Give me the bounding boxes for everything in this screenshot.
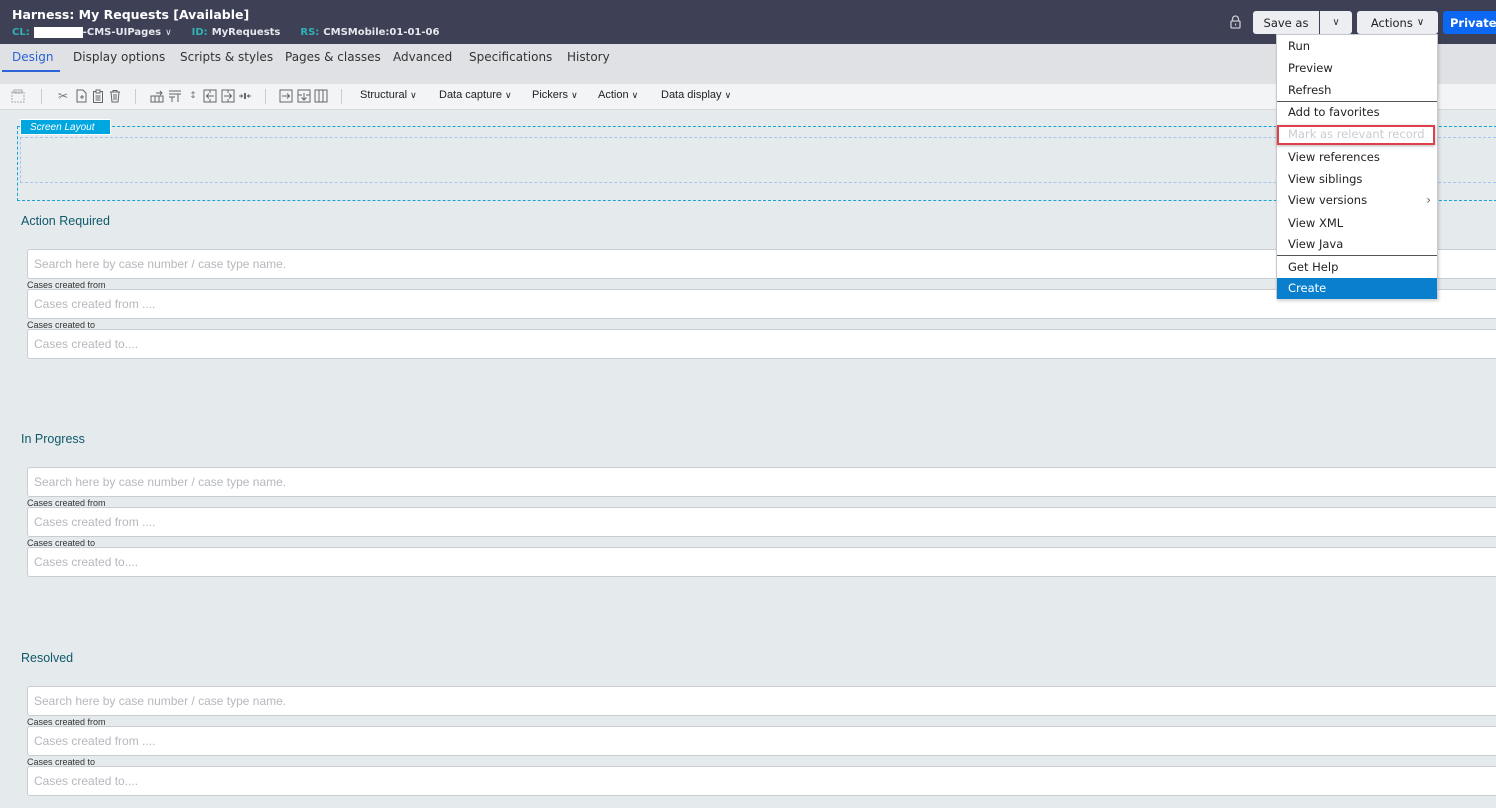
search-input[interactable] xyxy=(27,686,1496,716)
tab-pages-classes[interactable]: Pages & classes xyxy=(285,50,381,64)
menu-item-add-to-favorites[interactable]: Add to favorites xyxy=(1277,102,1437,123)
tab-bar: Design Display options Scripts & styles … xyxy=(0,44,1496,84)
menu-item-view-siblings[interactable]: View siblings xyxy=(1277,169,1437,190)
move-vertical-icon[interactable]: ↕ xyxy=(186,89,200,103)
app-header: Harness: My Requests [Available] CL: -CM… xyxy=(0,0,1496,44)
chevron-down-icon: ∨ xyxy=(571,90,578,100)
section-title-in-progress: In Progress xyxy=(21,432,85,446)
page-title: Harness: My Requests [Available] xyxy=(12,7,250,22)
cases-to-input[interactable] xyxy=(27,329,1496,359)
move-left-icon[interactable] xyxy=(203,89,217,103)
cases-from-input[interactable] xyxy=(27,726,1496,756)
screen-layout-region[interactable] xyxy=(17,126,1496,201)
rs-label: RS: xyxy=(300,27,320,38)
chevron-right-icon: › xyxy=(1426,193,1431,207)
structural-dropdown[interactable]: Structural ∨ xyxy=(360,89,417,101)
menu-item-run[interactable]: Run xyxy=(1277,36,1437,57)
copy-icon[interactable] xyxy=(74,89,88,103)
save-as-button[interactable]: Save as xyxy=(1253,11,1319,34)
menu-item-view-xml[interactable]: View XML xyxy=(1277,213,1437,234)
menu-item-preview[interactable]: Preview xyxy=(1277,58,1437,79)
columns-icon[interactable] xyxy=(314,89,328,103)
search-input[interactable] xyxy=(27,467,1496,497)
cl-value[interactable]: -CMS-UIPages xyxy=(83,27,161,38)
add-right-icon[interactable] xyxy=(279,89,293,103)
cases-to-input[interactable] xyxy=(27,766,1496,796)
cases-from-input[interactable] xyxy=(27,507,1496,537)
tab-advanced[interactable]: Advanced xyxy=(393,50,452,64)
merge-icon[interactable] xyxy=(238,89,252,103)
id-value: MyRequests xyxy=(211,27,281,38)
menu-item-view-java[interactable]: View Java xyxy=(1277,234,1437,255)
cut-icon[interactable]: ✂ xyxy=(56,89,70,103)
insert-row-icon[interactable] xyxy=(150,89,164,103)
actions-button[interactable]: Actions ∨ xyxy=(1357,11,1438,34)
menu-item-create[interactable]: Create xyxy=(1277,278,1437,299)
save-as-dropdown-button[interactable]: ∨ xyxy=(1320,11,1352,34)
active-tab-indicator xyxy=(2,70,60,72)
screen-layout-inner-region[interactable] xyxy=(20,137,1496,183)
tab-specifications[interactable]: Specifications xyxy=(469,50,552,64)
action-dropdown[interactable]: Action ∨ xyxy=(598,89,638,101)
lock-icon[interactable] xyxy=(1230,15,1241,29)
pickers-dropdown[interactable]: Pickers ∨ xyxy=(532,89,578,101)
design-toolbar: ✂ ↕ Structural ∨ Data capture ∨ Pickers … xyxy=(0,84,1496,110)
cl-label: CL: xyxy=(12,27,30,38)
data-display-dropdown[interactable]: Data display ∨ xyxy=(661,89,731,101)
private-button[interactable]: Private xyxy=(1443,11,1496,34)
chevron-down-icon: ∨ xyxy=(631,90,639,100)
cases-to-input[interactable] xyxy=(27,547,1496,577)
menu-item-view-references[interactable]: View references xyxy=(1277,147,1437,168)
data-capture-dropdown[interactable]: Data capture ∨ xyxy=(439,89,512,101)
chevron-down-icon: ∨ xyxy=(724,90,732,100)
section-title-resolved: Resolved xyxy=(21,651,74,665)
chevron-down-icon: ∨ xyxy=(1416,17,1425,28)
chevron-down-icon: ∨ xyxy=(410,90,417,100)
insert-column-icon[interactable] xyxy=(168,89,182,103)
delete-icon[interactable] xyxy=(108,89,122,103)
tab-scripts-styles[interactable]: Scripts & styles xyxy=(180,50,273,64)
id-label: ID: xyxy=(191,27,208,38)
redacted-block xyxy=(33,27,83,38)
actions-menu: Run Preview Refresh Add to favorites Mar… xyxy=(1276,34,1438,299)
chevron-down-icon: ∨ xyxy=(1332,17,1340,28)
record-meta: CL: -CMS-UIPages ∨ ID: MyRequests RS: CM… xyxy=(12,27,439,38)
menu-item-get-help[interactable]: Get Help xyxy=(1277,257,1437,278)
chevron-down-icon[interactable]: ∨ xyxy=(165,28,172,38)
move-right-icon[interactable] xyxy=(221,89,235,103)
tab-design[interactable]: Design xyxy=(12,50,53,64)
menu-item-mark-as-relevant-record: Mark as relevant record xyxy=(1288,127,1425,141)
layout-placeholder-icon[interactable] xyxy=(11,89,25,103)
tab-history[interactable]: History xyxy=(567,50,610,64)
menu-item-view-versions[interactable]: View versions › xyxy=(1277,190,1437,211)
tab-display-options[interactable]: Display options xyxy=(73,50,165,64)
actions-label: Actions xyxy=(1370,15,1413,30)
menu-separator xyxy=(1277,255,1437,256)
screen-layout-label[interactable]: Screen Layout xyxy=(20,119,111,135)
chevron-down-icon: ∨ xyxy=(505,90,512,100)
paste-icon[interactable] xyxy=(91,89,105,103)
section-title-action-required: Action Required xyxy=(21,214,110,228)
rs-value: CMSMobile:01-01-06 xyxy=(323,27,440,38)
add-below-icon[interactable] xyxy=(297,89,311,103)
menu-item-refresh[interactable]: Refresh xyxy=(1277,80,1437,101)
